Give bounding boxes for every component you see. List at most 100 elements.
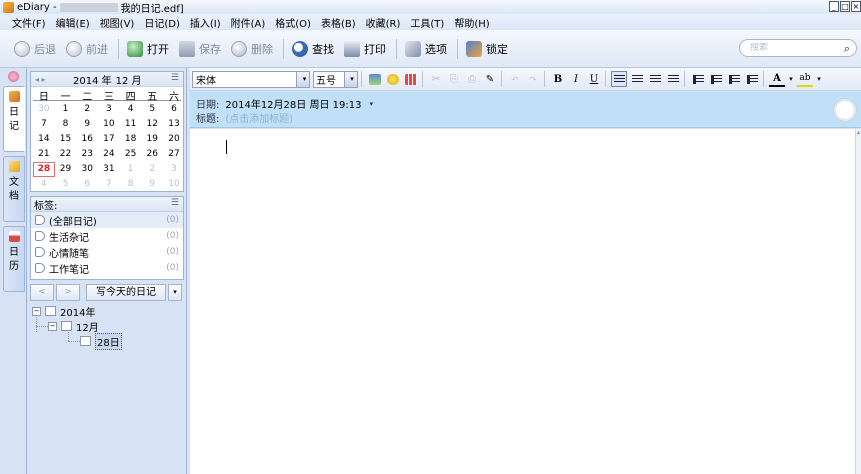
decrease-indent-button[interactable] (726, 71, 742, 87)
calendar-day[interactable]: 24 (98, 147, 120, 162)
calendar-day[interactable]: 7 (33, 117, 55, 132)
prev-entry-button[interactable]: < (30, 283, 54, 301)
calendar-day[interactable]: 18 (120, 132, 142, 147)
numbered-list-button[interactable] (708, 71, 724, 87)
redo-button[interactable]: ↷ (525, 71, 541, 87)
calendar-day[interactable]: 10 (98, 117, 120, 132)
align-left-button[interactable] (611, 71, 627, 87)
menu-favorites[interactable]: 收藏(R) (366, 15, 401, 30)
bullet-list-button[interactable] (690, 71, 706, 87)
calendar-day[interactable]: 3 (98, 102, 120, 117)
calendar-day[interactable]: 10 (163, 177, 185, 192)
menu-format[interactable]: 格式(O) (275, 15, 311, 30)
calendar-day[interactable]: 30 (76, 162, 98, 177)
month-nav-arrows[interactable]: ◂ ▸ (35, 75, 53, 84)
menu-insert[interactable]: 插入(I) (190, 15, 221, 30)
tag-item-mood[interactable]: 心情随笔 (0) (31, 244, 183, 260)
lock-button[interactable]: 锁定 (466, 38, 508, 60)
calendar-day[interactable]: 2 (141, 162, 163, 177)
copy-button[interactable]: ⎘ (446, 71, 462, 87)
calendar-day[interactable]: 6 (76, 177, 98, 192)
tag-item-life[interactable]: 生活杂记 (0) (31, 228, 183, 244)
write-today-button[interactable]: 写今天的日记 (86, 283, 166, 301)
cut-button[interactable]: ✂ (428, 71, 444, 87)
chevron-down-icon[interactable]: ▾ (344, 71, 357, 87)
calendar-day-today[interactable]: 28 (33, 162, 55, 177)
calendar-day[interactable]: 2 (76, 102, 98, 117)
insert-emoticon-button[interactable] (385, 71, 401, 87)
tree-node-month[interactable]: − 12月 (48, 319, 99, 334)
calendar-day[interactable]: 25 (120, 147, 142, 162)
bold-button[interactable]: B (550, 71, 566, 87)
menu-table[interactable]: 表格(B) (321, 15, 356, 30)
highlight-button[interactable]: ab (797, 71, 813, 87)
calendar-menu-icon[interactable]: ☰ (171, 73, 179, 83)
tree-node-year[interactable]: − 2014年 (32, 304, 95, 319)
menu-diary[interactable]: 日记(D) (144, 15, 180, 30)
menu-view[interactable]: 视图(V) (100, 15, 135, 30)
calendar-day[interactable]: 8 (120, 177, 142, 192)
font-color-dropdown[interactable]: ▾ (787, 71, 795, 87)
menu-tools[interactable]: 工具(T) (410, 15, 444, 30)
calendar-day[interactable]: 20 (163, 132, 185, 147)
tree-node-day[interactable]: 28日 (80, 332, 122, 350)
search-input[interactable] (750, 43, 838, 53)
calendar-day[interactable]: 12 (141, 117, 163, 132)
font-family-select[interactable]: 宋体 ▾ (192, 70, 310, 88)
editor-scrollbar[interactable]: ▴ (855, 129, 861, 474)
align-right-button[interactable] (647, 71, 663, 87)
settings-gear-icon[interactable] (8, 71, 19, 82)
next-entry-button[interactable]: > (56, 283, 80, 301)
menu-help[interactable]: 帮助(H) (454, 15, 489, 30)
calendar-year[interactable]: 2014 年 (73, 72, 112, 87)
calendar-day[interactable]: 3 (163, 162, 185, 177)
delete-button[interactable]: 删除 (231, 38, 273, 60)
tab-calendar[interactable]: 日历 (3, 226, 25, 292)
calendar-day[interactable]: 29 (55, 162, 77, 177)
font-size-select[interactable]: 五号 ▾ (313, 70, 358, 88)
underline-button[interactable]: U (586, 71, 602, 87)
collapse-toggle[interactable]: − (48, 321, 57, 331)
close-button[interactable]: × (851, 1, 861, 12)
back-button[interactable]: 后退 (14, 38, 56, 60)
undo-button[interactable]: ↶ (507, 71, 523, 87)
calendar-day[interactable]: 23 (76, 147, 98, 162)
calendar-day[interactable]: 13 (163, 117, 185, 132)
calendar-day[interactable]: 17 (98, 132, 120, 147)
tags-menu-icon[interactable]: ☰ (171, 198, 179, 208)
font-color-button[interactable]: A (769, 71, 785, 87)
date-value[interactable]: 2014年12月28日 周日 19:13 (225, 96, 361, 111)
insert-table-button[interactable] (403, 71, 419, 87)
minimize-button[interactable]: _ (829, 1, 839, 12)
options-button[interactable]: 选项 (405, 38, 447, 60)
calendar-day[interactable]: 22 (55, 147, 77, 162)
calendar-month[interactable]: 12 月 (116, 72, 142, 87)
calendar-day[interactable]: 31 (98, 162, 120, 177)
chevron-down-icon[interactable]: ▾ (296, 71, 309, 87)
calendar-day[interactable]: 4 (33, 177, 55, 192)
calendar-day[interactable]: 11 (120, 117, 142, 132)
forward-button[interactable]: 前进 (66, 38, 108, 60)
open-button[interactable]: 打开 (127, 38, 169, 60)
calendar-day[interactable]: 4 (120, 102, 142, 117)
calendar-day[interactable]: 5 (141, 102, 163, 117)
italic-button[interactable]: I (568, 71, 584, 87)
write-today-dropdown[interactable]: ▾ (168, 283, 182, 301)
paste-button[interactable]: ⎙ (464, 71, 480, 87)
save-button[interactable]: 保存 (179, 38, 221, 60)
print-button[interactable]: 打印 (344, 38, 386, 60)
maximize-button[interactable]: □ (840, 1, 850, 12)
magnifier-icon[interactable]: ⌕ (844, 42, 850, 56)
calendar-day[interactable]: 21 (33, 147, 55, 162)
find-button[interactable]: 查找 (292, 38, 334, 60)
date-dropdown-icon[interactable]: ▾ (369, 100, 373, 108)
title-input[interactable]: (点击添加标题) (225, 110, 293, 125)
calendar-day[interactable]: 8 (55, 117, 77, 132)
tag-item-all[interactable]: (全部日记) (0) (31, 212, 183, 228)
calendar-day[interactable]: 30 (33, 102, 55, 117)
tab-documents[interactable]: 文档 (3, 156, 25, 222)
tag-item-work[interactable]: 工作笔记 (0) (31, 260, 183, 276)
align-center-button[interactable] (629, 71, 645, 87)
weather-clock-icon[interactable] (833, 98, 857, 122)
calendar-day[interactable]: 9 (141, 177, 163, 192)
